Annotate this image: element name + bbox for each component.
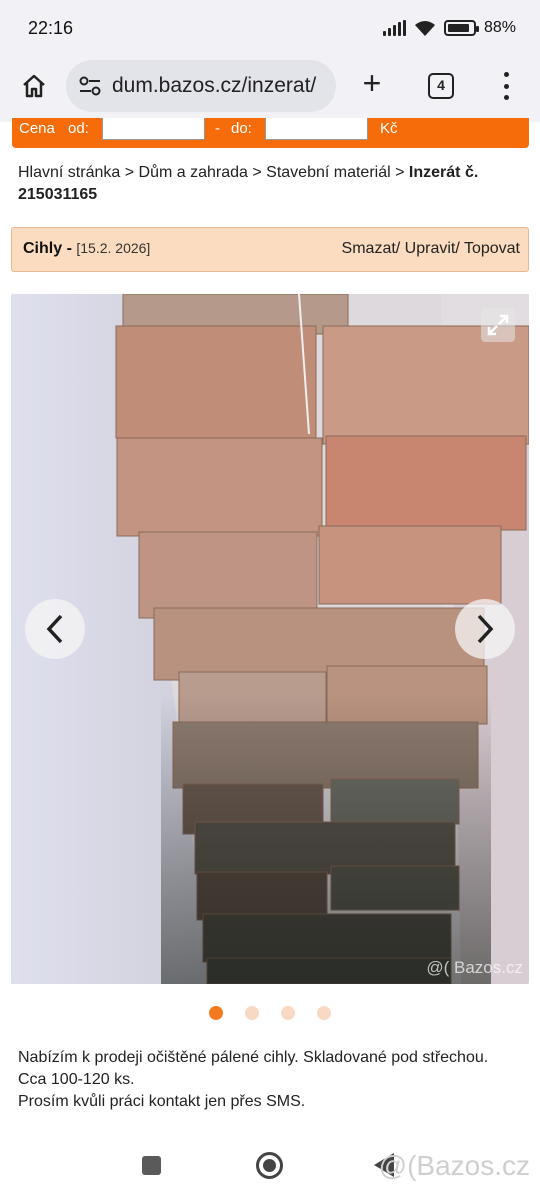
photo-watermark: @( Bazos.cz (426, 958, 523, 977)
description-line: Prosím kvůli práci kontakt jen přes SMS. (18, 1093, 306, 1110)
status-bar: 22:16 88% (0, 0, 540, 56)
fullscreen-button[interactable] (481, 308, 515, 342)
gallery-pagination (209, 1006, 331, 1020)
breadcrumb-separator: > (252, 164, 262, 181)
previous-image-button[interactable] (25, 599, 85, 659)
price-from-input[interactable] (102, 118, 205, 140)
listing-photo[interactable]: @( Bazos.cz (11, 294, 529, 984)
gallery-dot[interactable] (281, 1006, 295, 1020)
home-button[interactable] (16, 68, 52, 104)
listing-header: Cihly - [15.2. 2026] Smazat/ Upravit/ To… (11, 227, 529, 272)
brick-stack-image (11, 294, 529, 984)
address-bar[interactable]: dum.bazos.cz/inzerat/ (66, 60, 336, 112)
breadcrumb-category[interactable]: Dům a zahrada (139, 164, 248, 181)
listing-date: [15.2. 2026] (76, 240, 151, 256)
chevron-left-icon (46, 614, 63, 644)
home-nav-button[interactable] (256, 1152, 283, 1179)
new-tab-button[interactable]: + (356, 67, 388, 100)
currency-label: Kč (380, 120, 398, 137)
breadcrumb: Hlavní stránka > Dům a zahrada > Stavebn… (18, 162, 523, 206)
tab-switcher-button[interactable]: 4 (428, 73, 454, 99)
description-line: Cca 100-120 ks. (18, 1071, 135, 1088)
url-text: dum.bazos.cz/inzerat/ (112, 74, 317, 97)
price-label: Cena (19, 120, 55, 137)
gallery-dot[interactable] (245, 1006, 259, 1020)
chevron-right-icon (477, 614, 494, 644)
price-to-label: do: (231, 120, 252, 137)
battery-percent: 88% (483, 19, 516, 36)
signal-icon (382, 20, 406, 36)
listing-dash: - (66, 240, 77, 257)
next-image-button[interactable] (455, 599, 515, 659)
expand-icon (487, 314, 509, 336)
browser-toolbar: dum.bazos.cz/inzerat/ + 4 (0, 56, 540, 122)
listing-title: Cihly (23, 240, 63, 257)
listing-description: Nabízím k prodeji očištěné pálené cihly.… (18, 1047, 523, 1113)
price-from-label: od: (68, 120, 89, 137)
gallery-dot[interactable] (317, 1006, 331, 1020)
breadcrumb-home[interactable]: Hlavní stránka (18, 164, 120, 181)
bottom-watermark: @(Bazos.cz (378, 1150, 530, 1181)
gallery-dot[interactable] (209, 1006, 223, 1020)
battery-icon (443, 20, 479, 36)
breadcrumb-subcategory[interactable]: Stavební materiál (266, 164, 391, 181)
status-icons: 88% (382, 16, 516, 40)
description-line: Nabízím k prodeji očištěné pálené cihly.… (18, 1049, 489, 1066)
price-filter-strip: Cena od: - do: Kč (12, 118, 529, 148)
wifi-icon (414, 21, 435, 36)
price-dash: - (215, 120, 220, 137)
recent-apps-button[interactable] (142, 1156, 161, 1175)
site-settings-icon[interactable] (78, 75, 102, 97)
battery-level (447, 24, 470, 32)
listing-actions[interactable]: Smazat/ Upravit/ Topovat (342, 240, 520, 258)
status-time: 22:16 (28, 18, 74, 38)
price-to-input[interactable] (265, 118, 368, 140)
breadcrumb-separator: > (124, 164, 135, 181)
breadcrumb-separator: > (395, 164, 405, 181)
listing-title-row: Cihly - [15.2. 2026] (23, 240, 150, 258)
home-icon (23, 74, 45, 98)
browser-menu-button[interactable] (496, 70, 516, 102)
